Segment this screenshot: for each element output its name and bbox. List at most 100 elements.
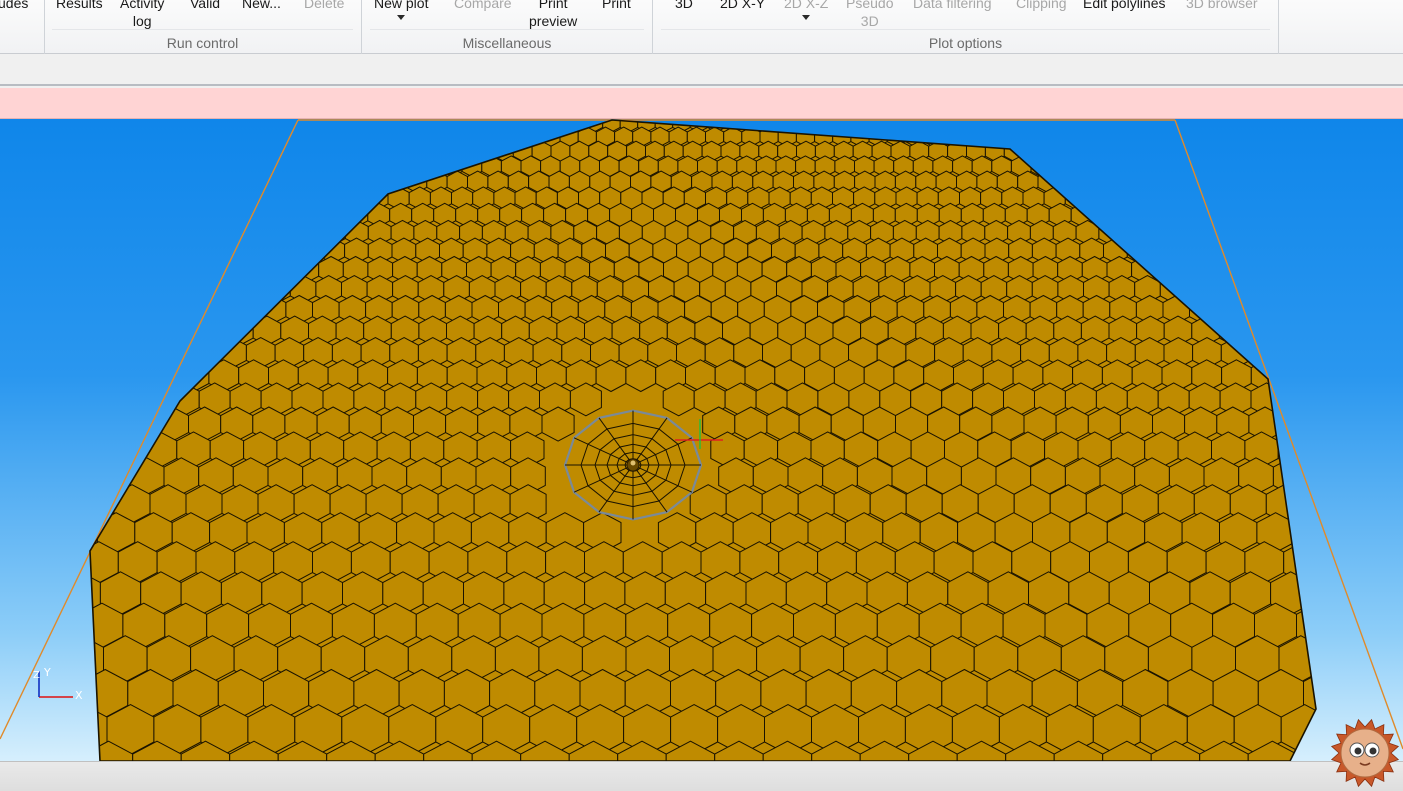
grid-cell	[1287, 140, 1307, 162]
view-2d-xy-button[interactable]: 2D X-Y	[720, 0, 765, 12]
grid-cell	[1128, 155, 1150, 178]
mesh-scene[interactable]: X Y Z	[0, 119, 1403, 761]
grid-cell	[305, 140, 325, 162]
grid-cell	[207, 219, 232, 246]
grid-cell	[1060, 140, 1081, 162]
grid-cell	[1267, 120, 1286, 133]
edit-polylines-button[interactable]: Edit polylines	[1083, 0, 1166, 12]
grid-cell	[1310, 359, 1316, 393]
grid-cell	[245, 155, 267, 178]
grid-cell	[456, 140, 476, 162]
grid-cell	[187, 155, 208, 178]
print-preview-button[interactable]: Print preview	[529, 0, 577, 30]
clipping-button[interactable]: Clipping	[1016, 0, 1067, 12]
grid-cell	[1274, 315, 1303, 347]
grid-cell	[60, 238, 84, 263]
grid-cell	[1281, 219, 1305, 246]
grid-cell	[1158, 202, 1182, 228]
grid-cell	[1287, 275, 1315, 304]
grid-cell	[45, 383, 76, 416]
grid-cell	[112, 120, 131, 133]
grid-cell	[268, 255, 295, 284]
grid-cell	[1004, 120, 1024, 133]
new-plot-button[interactable]: New plot	[374, 0, 428, 20]
grid-cell	[191, 140, 212, 162]
mascot-icon[interactable]	[1330, 718, 1400, 788]
grid-cell	[399, 140, 420, 162]
grid-cell	[129, 120, 148, 133]
grid-cell	[286, 140, 306, 162]
view-2d-xz-button[interactable]: 2D X-Z	[784, 0, 828, 20]
grid-cell	[1212, 186, 1236, 210]
grid-cell	[1313, 275, 1316, 304]
delete-button[interactable]: Delete	[304, 0, 344, 12]
grid-cell	[142, 315, 171, 347]
grid-cell	[91, 406, 125, 442]
well-marker[interactable]	[626, 458, 640, 472]
grid-cell	[116, 140, 136, 162]
grid-cell	[121, 255, 147, 284]
print-button[interactable]: Print	[602, 0, 631, 12]
grid-cell	[279, 202, 303, 228]
grid-cell	[90, 359, 121, 393]
grid-cell	[1166, 219, 1191, 246]
pseudo-3d-button[interactable]: Pseudo 3D	[846, 0, 893, 30]
grid-cell	[1284, 120, 1304, 133]
grid-cell	[1136, 202, 1160, 228]
grid-cell	[90, 457, 96, 496]
grid-cell	[103, 202, 127, 228]
grid-cell	[1136, 140, 1156, 162]
grid-cell	[1234, 186, 1257, 210]
grid-cell	[1229, 255, 1256, 284]
grid-cell	[475, 140, 495, 162]
grid-cell	[1050, 155, 1071, 178]
grid-cell	[1268, 126, 1288, 147]
grid-cell	[47, 296, 74, 324]
grid-cell	[217, 120, 236, 133]
grid-cell	[899, 120, 919, 133]
results-button[interactable]: Results	[56, 0, 103, 12]
grid-cell	[90, 170, 102, 194]
activity-log-button[interactable]: Activity log	[120, 0, 164, 30]
grid-cell	[304, 155, 326, 178]
grid-cell	[302, 186, 325, 210]
new-button[interactable]: New...	[242, 0, 281, 12]
grid-cell	[154, 186, 177, 210]
grid-cell	[235, 202, 259, 228]
grid-cell	[125, 202, 149, 228]
group-separator	[370, 29, 644, 30]
grid-cell	[1214, 120, 1234, 133]
grid-cell	[812, 120, 831, 133]
data-filtering-button[interactable]: Data filtering	[913, 0, 992, 12]
grid-cell	[42, 485, 78, 523]
compare-button[interactable]: Compare	[454, 0, 512, 12]
grid-cell	[917, 120, 936, 133]
grid-cell	[90, 484, 115, 524]
grid-cell	[213, 275, 240, 304]
grid-cell	[1144, 219, 1168, 246]
grid-cell	[214, 126, 234, 147]
grid-cell	[206, 155, 228, 178]
grid-cell	[1179, 120, 1199, 133]
grid-cell	[114, 315, 144, 347]
grid-cell	[39, 603, 81, 648]
grid-cell	[199, 120, 218, 133]
3d-browser-button[interactable]: 3D browser	[1186, 0, 1258, 12]
grid-cell	[70, 156, 90, 177]
grid-cell	[131, 337, 161, 369]
valid-button[interactable]: Valid	[190, 0, 220, 12]
grid-cell	[1086, 126, 1106, 147]
3d-viewport[interactable]: X Y Z	[0, 119, 1403, 761]
grid-cell	[1317, 238, 1341, 263]
grid-cell	[1109, 120, 1129, 133]
grid-cell	[1268, 140, 1289, 162]
ribbon-group-run-control: udes Results Activity log Valid New... D…	[0, 0, 362, 54]
udes-button[interactable]: udes	[0, 0, 28, 12]
grid-cell	[213, 202, 237, 228]
grid-cell	[1159, 126, 1179, 147]
grid-cell	[468, 126, 488, 147]
grid-cell	[1258, 219, 1283, 246]
grid-cell	[339, 120, 359, 133]
view-3d-button[interactable]: 3D	[675, 0, 693, 12]
grid-cell	[1285, 155, 1307, 178]
